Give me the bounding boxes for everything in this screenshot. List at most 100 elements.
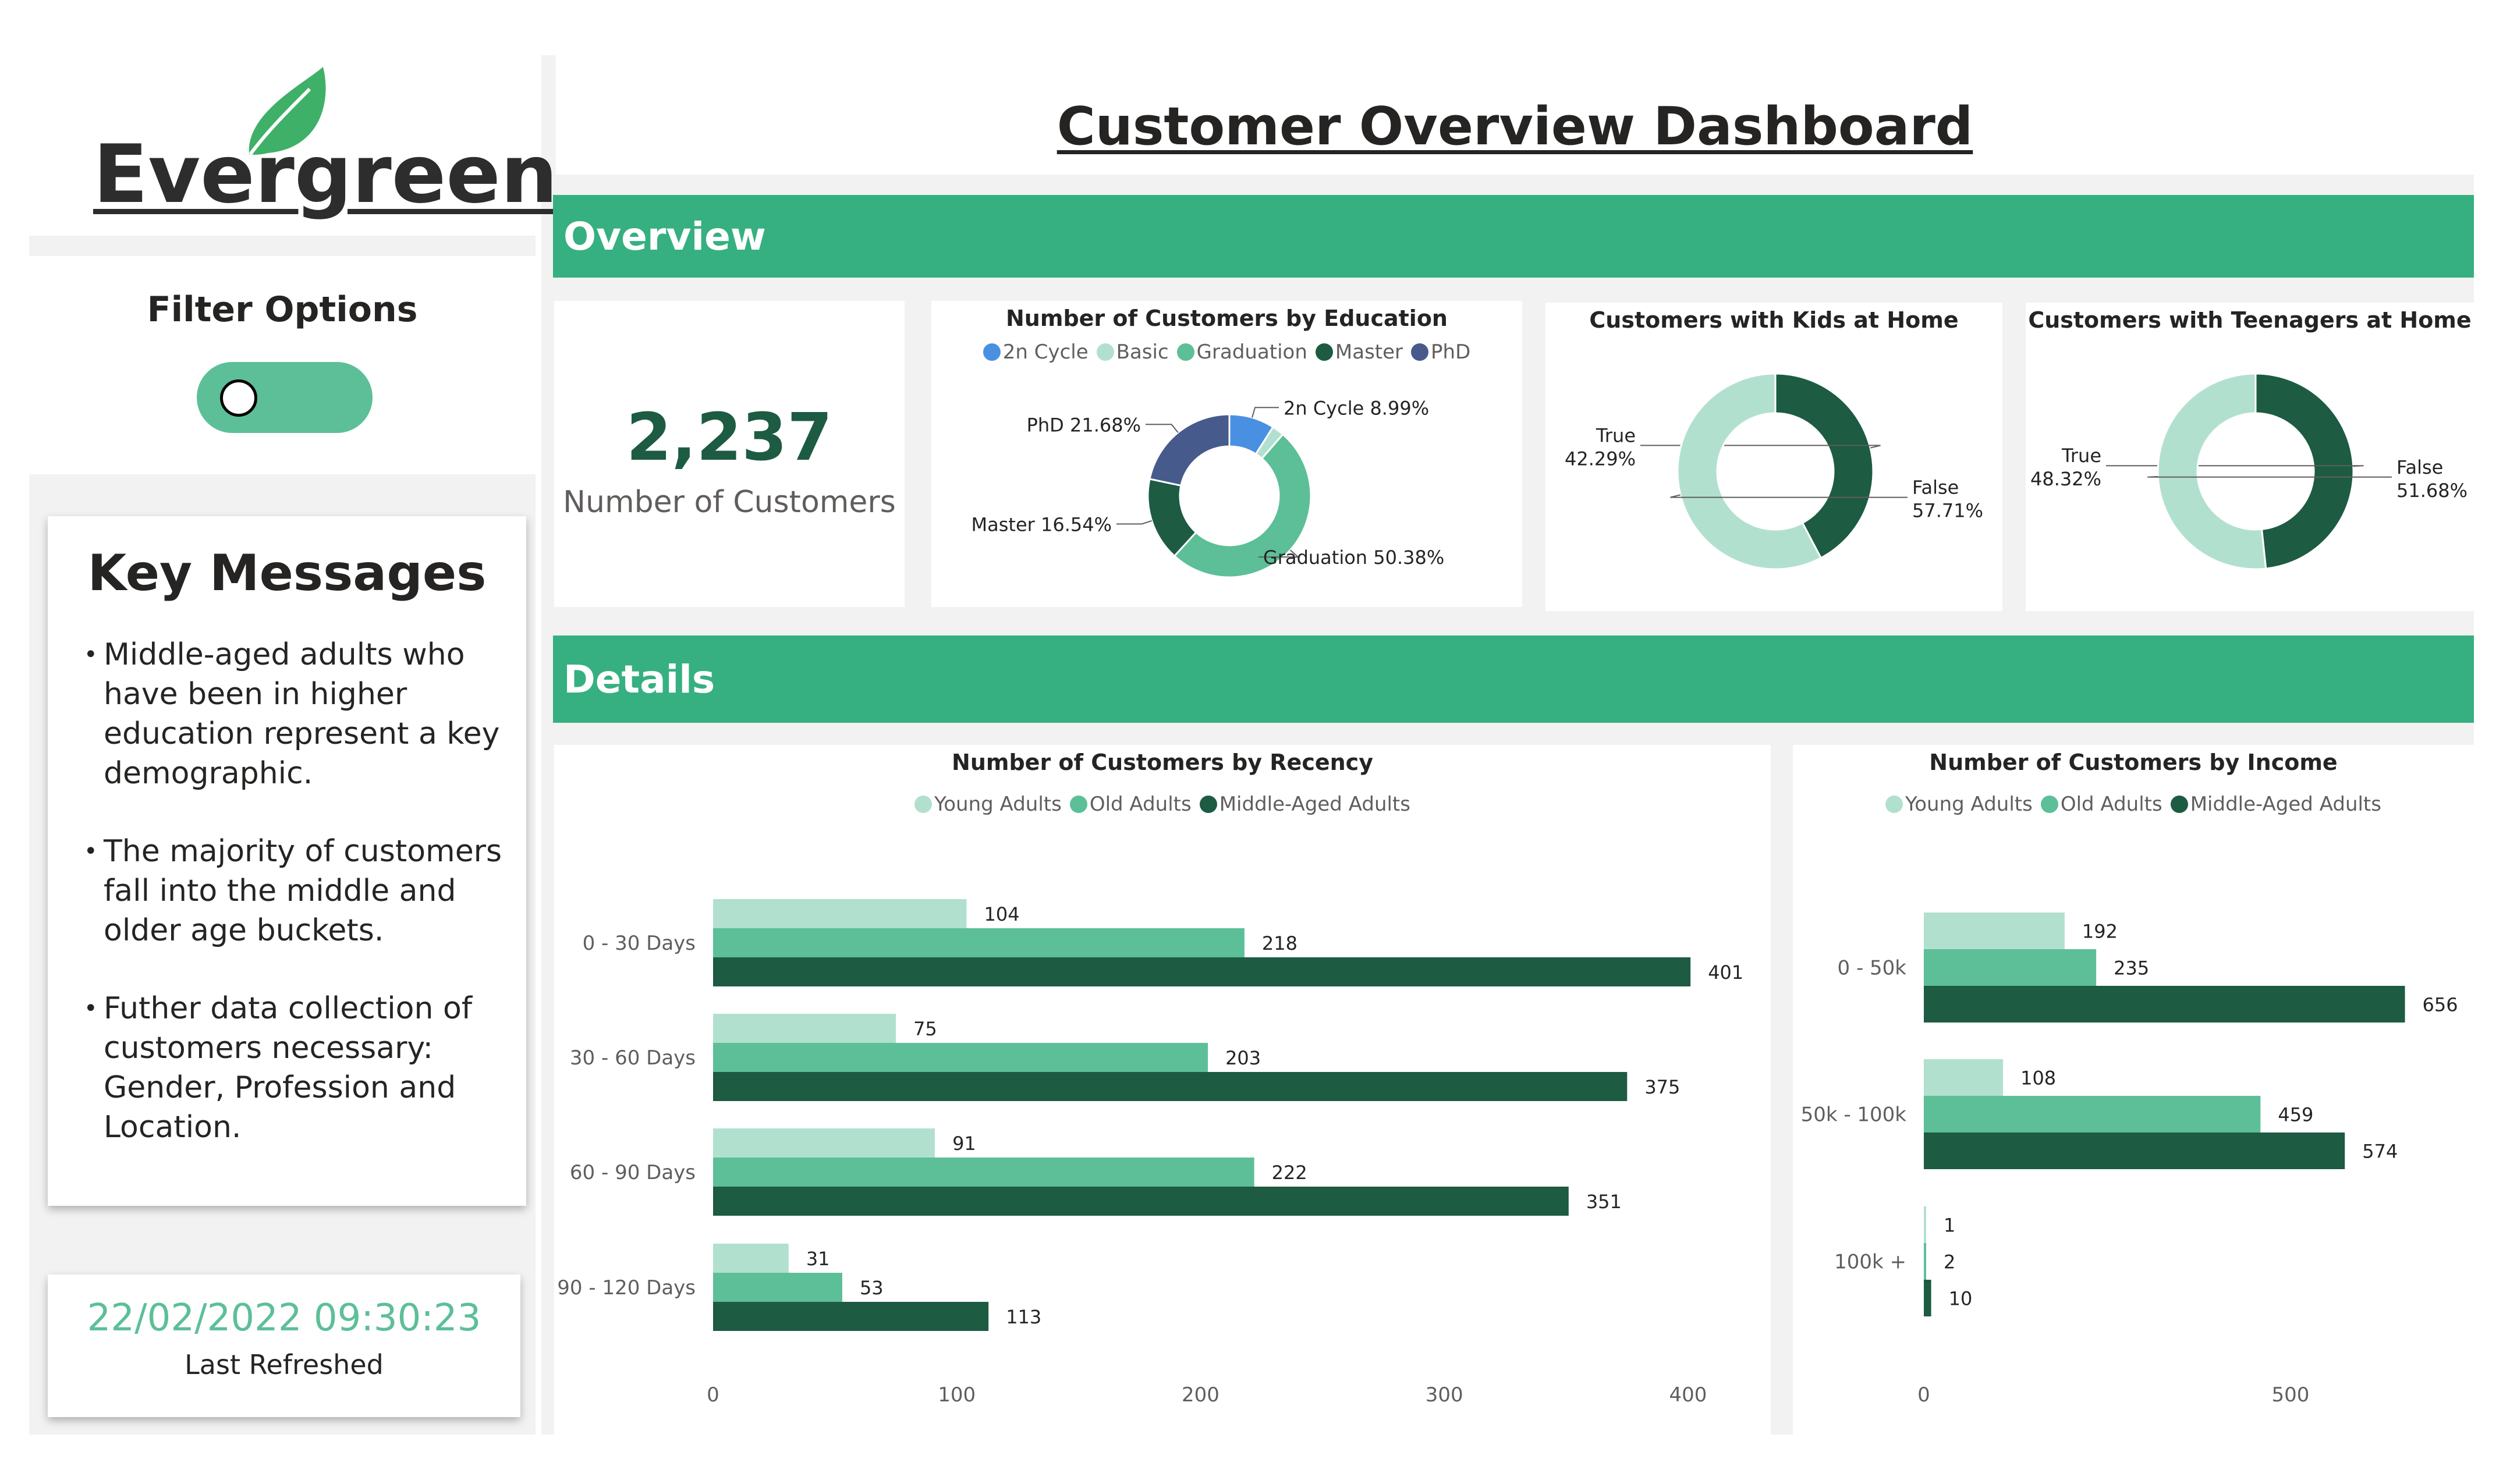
bar: [713, 1187, 1569, 1216]
data-label: False: [1912, 477, 1959, 499]
data-label: 53: [860, 1277, 884, 1299]
data-label: True: [2061, 445, 2101, 467]
bar: [1924, 1059, 2004, 1096]
income-card: Number of Customers by Income Young Adul…: [1793, 745, 2474, 1435]
bar: [713, 1273, 842, 1302]
data-label: 51.68%: [2396, 480, 2467, 502]
data-label: Master 16.54%: [972, 513, 1112, 535]
kids-donut-chart: True42.29% False57.71%: [1565, 372, 1983, 570]
data-label: Graduation 50.38%: [1263, 546, 1444, 569]
donut-slice: [1148, 413, 1231, 487]
data-label: 401: [1708, 961, 1743, 984]
bar: [713, 1128, 935, 1158]
data-label: 42.29%: [1565, 448, 1636, 470]
bar: [1924, 913, 2065, 949]
category-label: 0 - 30 Days: [583, 932, 696, 955]
education-card: Number of Customers by Education 2n Cycl…: [931, 301, 1522, 607]
kids-card: Customers with Kids at Home True 42.29% Fa…: [1545, 303, 2002, 611]
recency-card: Number of Customers by Recency Young Adu…: [554, 745, 1771, 1435]
bar: [713, 1244, 789, 1273]
data-label: 57.71%: [1912, 500, 1983, 522]
page-title: Customer Overview Dashboard: [1056, 96, 1973, 157]
data-label: PhD 21.68%: [1027, 414, 1141, 436]
data-label: 1: [1944, 1215, 1955, 1237]
bar: [713, 1043, 1208, 1072]
teens-donut-chart: True48.32% False51.68%: [2030, 372, 2467, 570]
tick-label: 300: [1426, 1383, 1463, 1407]
bar: [713, 1158, 1254, 1187]
data-label: 108: [2020, 1067, 2056, 1089]
category-label: 90 - 120 Days: [557, 1276, 696, 1300]
data-label: 222: [1272, 1162, 1307, 1184]
toggle-knob[interactable]: [220, 379, 257, 417]
key-message-item: The majority of customers fall into the …: [48, 832, 519, 950]
bar: [1924, 1096, 2261, 1132]
donut-slice: [2157, 372, 2267, 570]
bar: [1924, 1206, 1926, 1243]
bar: [713, 1014, 896, 1043]
tick-label: 400: [1669, 1383, 1707, 1407]
data-label: 10: [1949, 1288, 1973, 1310]
data-label: 351: [1586, 1191, 1622, 1213]
kpi-card: 2,237 Number of Customers: [554, 301, 905, 607]
section-details: Details: [553, 636, 2474, 723]
category-label: 0 - 50k: [1838, 957, 1907, 980]
donut-slice: [2254, 372, 2355, 570]
filter-toggle[interactable]: [197, 362, 373, 433]
data-label: 48.32%: [2030, 468, 2101, 490]
key-messages-card: Key Messages Middle-aged adults who have…: [48, 516, 526, 1206]
recency-bar-chart: 0 - 30 Days 104 218 401 30 - 60 Days 75 203 375…: [557, 899, 1743, 1407]
bar: [713, 1302, 989, 1331]
data-label: False: [2396, 456, 2443, 478]
data-label: 235: [2114, 957, 2149, 979]
bar: [1924, 1280, 1931, 1316]
refresh-timestamp: 22/02/2022 09:30:23: [87, 1297, 481, 1340]
teens-card: Customers with Teenagers at Home True 48.…: [2026, 303, 2474, 611]
data-label: 218: [1262, 932, 1297, 954]
key-message-item: Futher data collection of customers nece…: [48, 989, 519, 1147]
bar: [1924, 1243, 1926, 1280]
data-label: 2n Cycle 8.99%: [1284, 397, 1429, 419]
section-overview: Overview: [553, 195, 2474, 278]
refresh-card: 22/02/2022 09:30:23 Last Refreshed: [48, 1274, 520, 1417]
data-label: 31: [806, 1248, 830, 1270]
refresh-label: Last Refreshed: [185, 1349, 384, 1380]
tick-label: 100: [938, 1383, 976, 1407]
data-label: 113: [1006, 1306, 1041, 1328]
data-label: 104: [984, 903, 1020, 925]
key-messages-list: Middle-aged adults who have been in high…: [48, 635, 519, 1147]
data-label: True: [1596, 424, 1636, 446]
tick-label: 200: [1182, 1383, 1219, 1407]
data-label: 375: [1644, 1076, 1680, 1098]
key-messages-title: Key Messages: [87, 544, 487, 602]
bar: [713, 928, 1245, 957]
category-label: 60 - 90 Days: [570, 1161, 696, 1184]
education-donut-chart: 2n Cycle 8.99% Graduation 50.38% Master 16…: [972, 397, 1444, 578]
tick-label: 0: [707, 1383, 719, 1407]
tick-label: 0: [1917, 1383, 1930, 1407]
bar: [1924, 949, 2097, 986]
data-label: 203: [1225, 1047, 1261, 1069]
data-label: 2: [1944, 1251, 1955, 1273]
leader-line: [1252, 407, 1279, 418]
bar: [1924, 1132, 2345, 1169]
filter-title: Filter Options: [147, 289, 418, 330]
tick-label: 500: [2272, 1383, 2310, 1407]
bar: [713, 957, 1691, 986]
category-label: 50k - 100k: [1801, 1103, 1907, 1127]
data-label: 656: [2423, 994, 2458, 1016]
leader-line: [1116, 520, 1153, 525]
leader-line: [1146, 424, 1179, 433]
data-label: 459: [2278, 1104, 2313, 1126]
brand-name: Evergreen: [93, 127, 558, 221]
bar: [1924, 986, 2405, 1023]
kpi-label: Number of Customers: [563, 485, 896, 520]
data-label: 91: [952, 1132, 976, 1155]
data-label: 75: [913, 1018, 937, 1040]
data-label: 192: [2082, 921, 2118, 943]
income-bar-chart: 0 - 50k 192 235 656 50k - 100k 108 459 574 100k …: [1801, 913, 2458, 1407]
data-label: 574: [2362, 1141, 2398, 1163]
key-message-item: Middle-aged adults who have been in high…: [48, 635, 519, 793]
bar: [713, 899, 967, 928]
category-label: 100k +: [1834, 1251, 1906, 1274]
